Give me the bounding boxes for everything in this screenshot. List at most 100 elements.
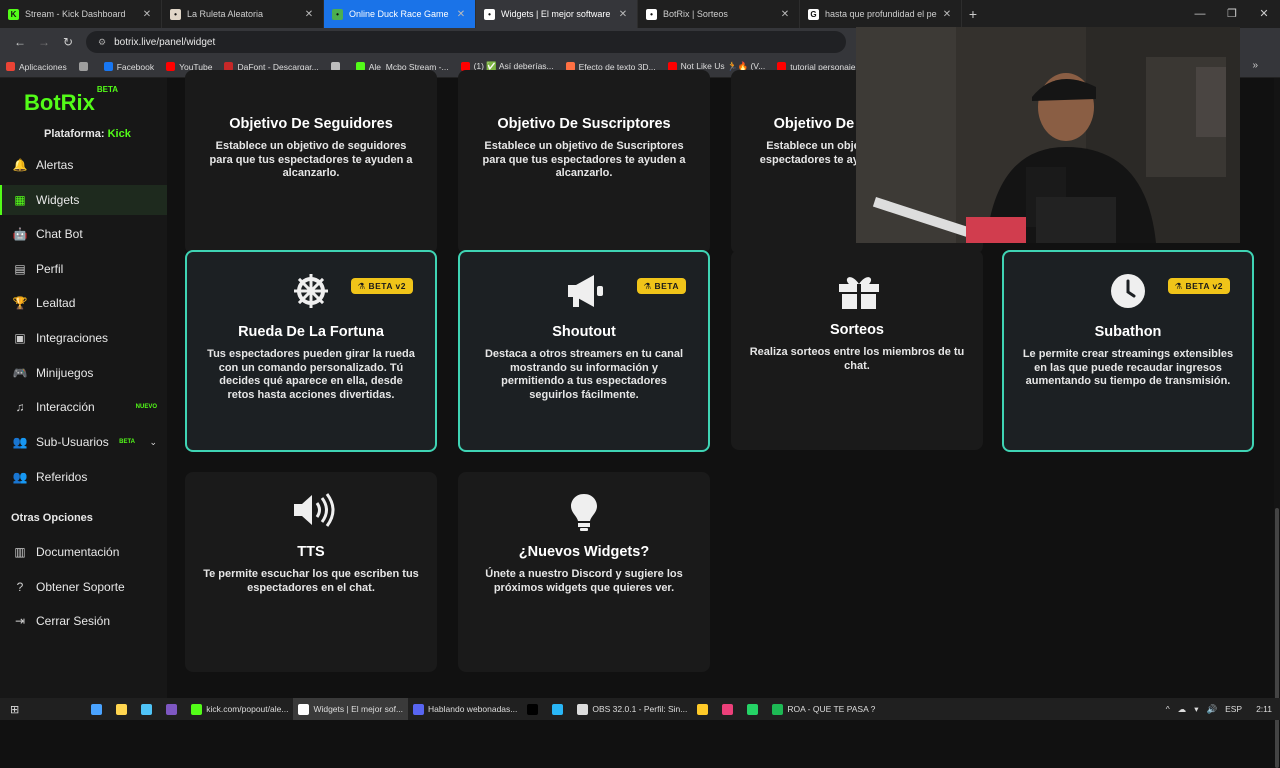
widget-card-title: ¿Nuevos Widgets? xyxy=(518,544,650,560)
taskbar-app[interactable] xyxy=(717,698,742,720)
taskbar-app-label: Widgets | El mejor sof... xyxy=(313,704,404,714)
widget-card-title: Shoutout xyxy=(552,324,616,340)
back-icon[interactable]: ← xyxy=(8,35,32,49)
sidebar-item-interacci-n[interactable]: ♫ Interacción NUEVO xyxy=(0,392,167,422)
chevron-down-icon[interactable]: ⌄ xyxy=(149,437,157,448)
bookmark-item[interactable]: Facebook xyxy=(103,62,154,72)
bookmark-item[interactable]: Aplicaciones xyxy=(6,62,67,72)
taskbar-app[interactable] xyxy=(742,698,767,720)
widget-card-sorteos[interactable]: Sorteos Realiza sorteos entre los miembro… xyxy=(731,250,983,450)
close-tab-icon[interactable]: ✕ xyxy=(617,9,629,20)
language-indicator[interactable]: ESP xyxy=(1225,704,1242,714)
sidebar-item-label: Perfil xyxy=(36,262,64,276)
grid-icon: ▦ xyxy=(14,193,26,207)
taskbar-app[interactable] xyxy=(86,698,111,720)
taskbar-app[interactable]: Hablando webonadas... xyxy=(408,698,522,720)
taskbar-app[interactable] xyxy=(161,698,186,720)
webcam-scene xyxy=(856,27,1240,243)
widget-card-tts[interactable]: TTS Te permite escuchar los que escriben … xyxy=(185,472,437,672)
taskbar-app-icon xyxy=(166,703,178,715)
sidebar-item-label: Obtener Soporte xyxy=(36,580,125,594)
sidebar-item-sub-usuarios[interactable]: 👥 Sub-Usuarios BETA ⌄ xyxy=(0,427,167,457)
browser-tab[interactable]: • Online Duck Race Game ✕ xyxy=(324,0,476,28)
widget-card-title: Objetivo De Suscriptores xyxy=(497,116,671,132)
sidebar-item-chat-bot[interactable]: 🤖 Chat Bot xyxy=(0,219,167,249)
url-field[interactable]: ⚙ botrix.live/panel/widget xyxy=(86,31,846,53)
more-bookmarks-icon[interactable]: » xyxy=(1252,60,1258,71)
sidebar-item-tag: NUEVO xyxy=(135,404,157,410)
start-icon[interactable]: ⊞ xyxy=(0,698,24,720)
close-tab-icon[interactable]: ✕ xyxy=(941,9,953,20)
tab-title: La Ruleta Aleatoria xyxy=(187,9,264,19)
sidebar-item-integraciones[interactable]: ▣ Integraciones xyxy=(0,323,167,353)
bookmark-item[interactable] xyxy=(78,62,92,71)
users-icon: 👥 xyxy=(12,435,28,449)
widget-card-objetivo-de-seguidores[interactable]: Objetivo De Seguidores Establece un objet… xyxy=(185,70,437,254)
taskbar-app[interactable] xyxy=(111,698,136,720)
widget-card-subathon[interactable]: ⚗ BETA v2 Subathon Le permite crear stream… xyxy=(1002,250,1254,452)
taskbar-app-label: kick.com/popout/ale... xyxy=(206,704,289,714)
wifi-icon[interactable]: ▾ xyxy=(1194,704,1198,715)
beta-badge: ⚗ BETA xyxy=(636,278,686,294)
widget-card-description: Destaca a otros streamers en tu canal mo… xyxy=(484,348,684,401)
sidebar-item-referidos[interactable]: 👥 Referidos xyxy=(0,462,167,492)
network-icon[interactable]: ☁ xyxy=(1178,704,1187,715)
clock[interactable]: 2:11 xyxy=(1256,704,1272,714)
gamepad-icon: 🎮 xyxy=(12,366,28,380)
tray-chevron-icon[interactable]: ^ xyxy=(1166,704,1170,714)
new-tab-button[interactable]: + xyxy=(962,6,984,22)
taskbar-app-label: OBS 32.0.1 - Perfil: Sin... xyxy=(592,704,688,714)
sidebar-item-question[interactable]: ? Obtener Soporte xyxy=(0,572,167,602)
taskbar-app-label: Hablando webonadas... xyxy=(428,704,518,714)
taskbar-app[interactable] xyxy=(692,698,717,720)
site-info-icon[interactable]: ⚙ xyxy=(98,37,106,48)
sidebar-item-label: Lealtad xyxy=(36,296,76,310)
sidebar-item-label: Referidos xyxy=(36,470,88,484)
browser-tab[interactable]: K Stream - Kick Dashboard ✕ xyxy=(0,0,162,28)
taskbar-app[interactable]: kick.com/popout/ale... xyxy=(186,698,293,720)
sidebar-item-label: Minijuegos xyxy=(36,366,94,380)
sidebar-item-logout[interactable]: ⇥ Cerrar Sesión xyxy=(0,606,167,636)
sidebar-item-widgets[interactable]: ▦ Widgets xyxy=(0,185,167,215)
browser-tab[interactable]: • Widgets | El mejor software para ✕ xyxy=(476,0,638,28)
sidebar-item-perfil[interactable]: ▤ Perfil xyxy=(0,254,167,284)
widget-card-rueda-de-la-fortuna[interactable]: ⚗ BETA v2 Rueda De La Fortuna Tus espectad… xyxy=(185,250,437,452)
clock-icon xyxy=(1108,272,1148,312)
close-tab-icon[interactable]: ✕ xyxy=(303,9,315,20)
widget-card-nuevos-widgets[interactable]: ¿Nuevos Widgets? Únete a nuestro Discord … xyxy=(458,472,710,672)
bookmark-icon xyxy=(6,62,15,71)
taskbar-app[interactable] xyxy=(547,698,572,720)
taskbar-app[interactable] xyxy=(522,698,547,720)
taskbar-app[interactable]: OBS 32.0.1 - Perfil: Sin... xyxy=(572,698,692,720)
scrollbar-thumb[interactable] xyxy=(1275,508,1279,768)
widget-card-shoutout[interactable]: ⚗ BETA Shoutout Destaca a otros streamers … xyxy=(458,250,710,452)
minimize-icon[interactable]: — xyxy=(1184,0,1216,28)
forward-icon[interactable]: → xyxy=(32,35,56,49)
volume-icon[interactable]: 🔊 xyxy=(1206,704,1217,715)
sidebar-item-minijuegos[interactable]: 🎮 Minijuegos xyxy=(0,358,167,388)
reload-icon[interactable]: ↻ xyxy=(56,35,80,49)
page-scrollbar[interactable] xyxy=(1274,78,1280,768)
sidebar-item-lealtad[interactable]: 🏆 Lealtad xyxy=(0,288,167,318)
browser-tab[interactable]: • BotRix | Sorteos ✕ xyxy=(638,0,800,28)
taskbar-app[interactable]: Widgets | El mejor sof... xyxy=(293,698,409,720)
beta-badge: ⚗ BETA v2 xyxy=(1167,278,1230,294)
widget-card-objetivo-de-suscriptores[interactable]: Objetivo De Suscriptores Establece un obj… xyxy=(458,70,710,254)
close-tab-icon[interactable]: ✕ xyxy=(455,9,467,20)
sidebar-item-alertas[interactable]: 🔔 Alertas xyxy=(0,150,167,180)
close-tab-icon[interactable]: ✕ xyxy=(779,9,791,20)
browser-tab[interactable]: • La Ruleta Aleatoria ✕ xyxy=(162,0,324,28)
taskbar-app[interactable]: ROA - QUE TE PASA ? xyxy=(767,698,880,720)
botrix-logo[interactable]: BotRixBETA xyxy=(24,85,118,116)
tab-favicon-icon: • xyxy=(646,8,657,20)
widget-card-description: Le permite crear streamings extensibles … xyxy=(1022,348,1234,387)
restore-icon[interactable]: ❐ xyxy=(1216,0,1248,28)
browser-tab[interactable]: Ghasta que profundidad el pene ✕ xyxy=(800,0,962,28)
taskbar-app-icon xyxy=(413,703,425,715)
close-window-icon[interactable]: ✕ xyxy=(1248,0,1280,28)
puzzle-icon: ▣ xyxy=(14,331,26,345)
close-tab-icon[interactable]: ✕ xyxy=(141,9,153,20)
taskbar-app[interactable] xyxy=(136,698,161,720)
sidebar-item-book[interactable]: ▥ Documentación xyxy=(0,537,167,567)
taskbar-app-icon xyxy=(527,703,539,715)
